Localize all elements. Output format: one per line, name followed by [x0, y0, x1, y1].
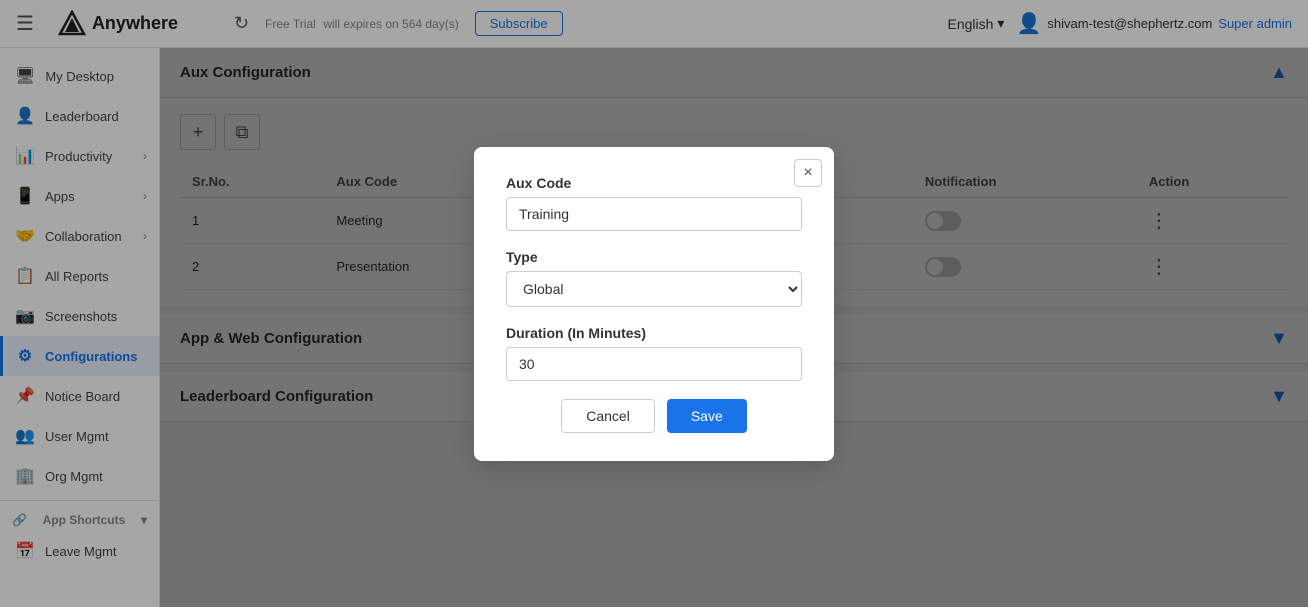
duration-field: Duration (In Minutes) — [506, 325, 802, 381]
modal-close-button[interactable]: × — [794, 159, 822, 187]
aux-code-input[interactable] — [506, 197, 802, 231]
modal-actions: Cancel Save — [506, 399, 802, 433]
type-label: Type — [506, 249, 802, 265]
type-select[interactable]: Global Local Personal — [506, 271, 802, 307]
duration-label: Duration (In Minutes) — [506, 325, 802, 341]
save-button[interactable]: Save — [667, 399, 747, 433]
type-field: Type Global Local Personal — [506, 249, 802, 307]
aux-code-modal: × Aux Code Type Global Local Personal Du… — [474, 147, 834, 461]
modal-overlay: × Aux Code Type Global Local Personal Du… — [0, 0, 1308, 607]
aux-code-label: Aux Code — [506, 175, 802, 191]
cancel-button[interactable]: Cancel — [561, 399, 655, 433]
duration-input[interactable] — [506, 347, 802, 381]
aux-code-field: Aux Code — [506, 175, 802, 231]
